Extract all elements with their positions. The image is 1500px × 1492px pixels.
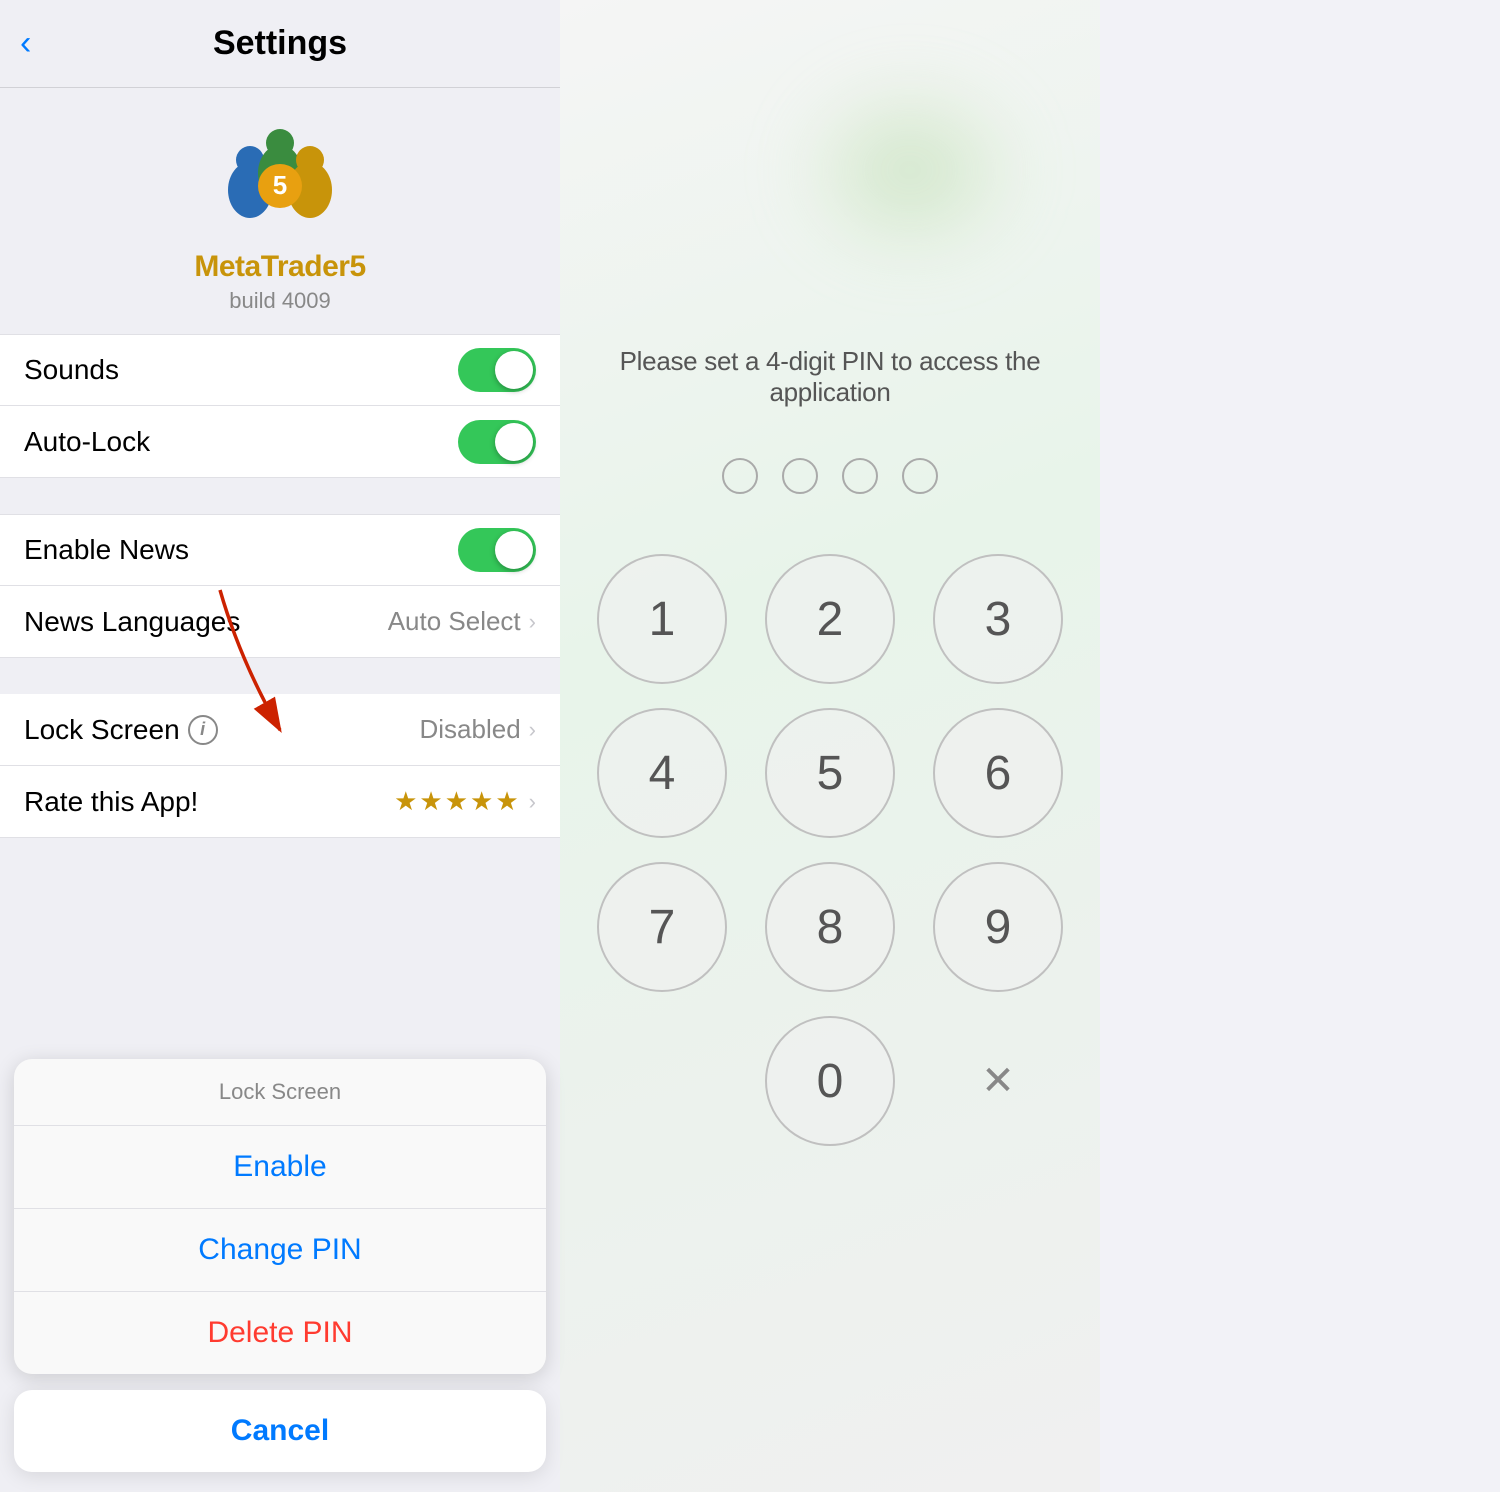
cancel-button[interactable]: Cancel <box>14 1390 546 1472</box>
pin-prompt: Please set a 4-digit PIN to access the a… <box>560 346 1100 408</box>
blur-decoration <box>800 80 1020 260</box>
numpad-1[interactable]: 1 <box>597 554 727 684</box>
chevron-icon: › <box>529 609 536 635</box>
action-sheet-title: Lock Screen <box>14 1059 546 1126</box>
back-button[interactable]: ‹ <box>20 24 31 63</box>
numpad-6[interactable]: 6 <box>933 708 1063 838</box>
pin-dot-4 <box>902 458 938 494</box>
numpad-empty <box>597 1016 727 1146</box>
chevron-icon: › <box>529 789 536 815</box>
news-languages-label: News Languages <box>24 606 240 638</box>
pin-dot-3 <box>842 458 878 494</box>
lock-screen-label: Lock Screen <box>24 714 180 746</box>
separator-3 <box>0 838 560 874</box>
pin-dot-1 <box>722 458 758 494</box>
rate-app-label: Rate this App! <box>24 786 198 818</box>
section-lock: Lock Screen i Disabled › Rate this App! … <box>0 694 560 838</box>
autolock-toggle[interactable] <box>458 420 536 464</box>
enable-news-label: Enable News <box>24 534 189 566</box>
build-info: build 4009 <box>229 288 331 314</box>
app-name: MetaTrader5 <box>194 250 365 284</box>
stars-icon: ★★★★★ <box>394 786 521 817</box>
enable-news-toggle[interactable] <box>458 528 536 572</box>
action-sheet: Lock Screen Enable Change PIN Delete PIN <box>14 1059 546 1374</box>
numpad-0[interactable]: 0 <box>765 1016 895 1146</box>
numpad-4[interactable]: 4 <box>597 708 727 838</box>
separator-2 <box>0 658 560 694</box>
section-news: Enable News News Languages Auto Select › <box>0 514 560 658</box>
action-sheet-container: Lock Screen Enable Change PIN Delete PIN… <box>0 1059 560 1492</box>
numpad-9[interactable]: 9 <box>933 862 1063 992</box>
delete-pin-action[interactable]: Delete PIN <box>14 1292 546 1374</box>
numpad-delete[interactable]: ✕ <box>933 1016 1063 1146</box>
page-title: Settings <box>213 24 347 63</box>
numpad-7[interactable]: 7 <box>597 862 727 992</box>
numpad-3[interactable]: 3 <box>933 554 1063 684</box>
enable-action[interactable]: Enable <box>14 1126 546 1209</box>
lock-screen-label-group: Lock Screen i <box>24 714 218 746</box>
separator-1 <box>0 478 560 514</box>
change-pin-action[interactable]: Change PIN <box>14 1209 546 1292</box>
numpad: 1 2 3 4 5 6 7 8 9 0 ✕ <box>590 554 1070 1146</box>
navigation-bar: ‹ Settings <box>0 0 560 88</box>
rate-app-value: ★★★★★ › <box>394 786 536 817</box>
autolock-row: Auto-Lock <box>0 406 560 478</box>
section-sounds: Sounds Auto-Lock <box>0 334 560 478</box>
numpad-2[interactable]: 2 <box>765 554 895 684</box>
pin-dots <box>722 458 938 494</box>
lock-screen-value: Disabled › <box>420 714 537 745</box>
app-logo-section: 5 MetaTrader5 build 4009 <box>0 88 560 334</box>
rate-app-row[interactable]: Rate this App! ★★★★★ › <box>0 766 560 838</box>
sounds-row: Sounds <box>0 334 560 406</box>
app-logo: 5 <box>220 118 340 238</box>
numpad-5[interactable]: 5 <box>765 708 895 838</box>
sounds-toggle[interactable] <box>458 348 536 392</box>
autolock-label: Auto-Lock <box>24 426 150 458</box>
numpad-8[interactable]: 8 <box>765 862 895 992</box>
sounds-label: Sounds <box>24 354 119 386</box>
chevron-icon: › <box>529 717 536 743</box>
enable-news-row: Enable News <box>0 514 560 586</box>
pin-entry-panel: Please set a 4-digit PIN to access the a… <box>560 0 1100 1492</box>
info-icon: i <box>188 715 218 745</box>
news-languages-row[interactable]: News Languages Auto Select › <box>0 586 560 658</box>
pin-dot-2 <box>782 458 818 494</box>
news-languages-value: Auto Select › <box>388 606 536 637</box>
svg-text:5: 5 <box>273 170 287 200</box>
lock-screen-row[interactable]: Lock Screen i Disabled › <box>0 694 560 766</box>
settings-panel: ‹ Settings 5 MetaTrader5 build 4009 <box>0 0 560 1492</box>
